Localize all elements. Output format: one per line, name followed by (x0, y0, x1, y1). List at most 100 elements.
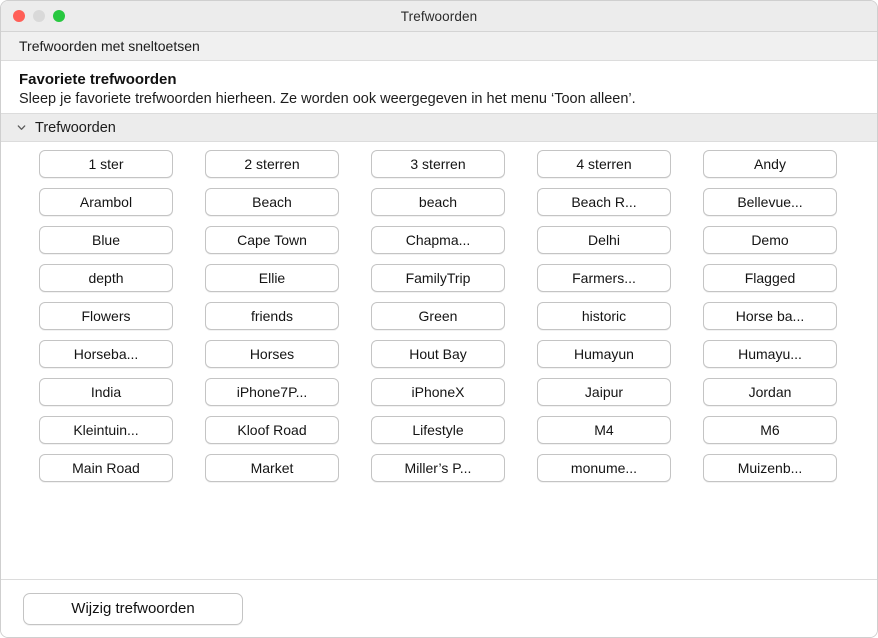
keyword-button[interactable]: Bellevue... (703, 188, 837, 216)
maximize-button[interactable] (53, 10, 65, 22)
keyword-button[interactable]: Lifestyle (371, 416, 505, 444)
keyword-button[interactable]: Humayun (537, 340, 671, 368)
keyword-button[interactable]: Main Road (39, 454, 173, 482)
keyword-cell: Kloof Road (189, 416, 355, 444)
keyword-cell: Bellevue... (687, 188, 853, 216)
keyword-button[interactable]: Green (371, 302, 505, 330)
keyword-cell: Blue (23, 226, 189, 254)
keyword-cell: M6 (687, 416, 853, 444)
keyword-cell: Muizenb... (687, 454, 853, 482)
keyword-button[interactable]: Jaipur (537, 378, 671, 406)
keyword-button[interactable]: monume... (537, 454, 671, 482)
keyword-button[interactable]: Delhi (537, 226, 671, 254)
keyword-button[interactable]: iPhone7P... (205, 378, 339, 406)
keyword-button[interactable]: M6 (703, 416, 837, 444)
keyword-cell: Green (355, 302, 521, 330)
keyword-cell: monume... (521, 454, 687, 482)
keyword-cell: historic (521, 302, 687, 330)
keyword-cell: Jaipur (521, 378, 687, 406)
title-bar: Trefwoorden (1, 1, 877, 32)
chevron-down-icon[interactable] (15, 122, 27, 134)
keyword-cell: FamilyTrip (355, 264, 521, 292)
favorites-title: Favoriete trefwoorden (19, 71, 177, 88)
keyword-button[interactable]: 3 sterren (371, 150, 505, 178)
keyword-button[interactable]: Miller’s P... (371, 454, 505, 482)
keyword-button[interactable]: Flagged (703, 264, 837, 292)
keyword-button[interactable]: Kleintuin... (39, 416, 173, 444)
keyword-button[interactable]: Beach R... (537, 188, 671, 216)
keyword-button[interactable]: Jordan (703, 378, 837, 406)
keyword-button[interactable]: Blue (39, 226, 173, 254)
keyword-cell: India (23, 378, 189, 406)
favorites-description: Sleep je favoriete trefwoorden hierheen.… (19, 91, 636, 107)
keyword-button[interactable]: Cape Town (205, 226, 339, 254)
keyword-cell: 3 sterren (355, 150, 521, 178)
keyword-button[interactable]: Kloof Road (205, 416, 339, 444)
keyword-cell: Humayu... (687, 340, 853, 368)
keyword-button[interactable]: India (39, 378, 173, 406)
keyword-cell: Delhi (521, 226, 687, 254)
keyword-cell: 2 sterren (189, 150, 355, 178)
keyword-button[interactable]: Arambol (39, 188, 173, 216)
keyword-cell: 1 ster (23, 150, 189, 178)
keyword-cell: Ellie (189, 264, 355, 292)
keyword-cell: Jordan (687, 378, 853, 406)
shortcut-keywords-bar: Trefwoorden met sneltoetsen (1, 32, 877, 61)
keyword-cell: Horse ba... (687, 302, 853, 330)
keyword-cell: Market (189, 454, 355, 482)
keyword-button[interactable]: Horses (205, 340, 339, 368)
keyword-button[interactable]: FamilyTrip (371, 264, 505, 292)
keyword-button[interactable]: Beach (205, 188, 339, 216)
keyword-button[interactable]: 2 sterren (205, 150, 339, 178)
keyword-button[interactable]: Andy (703, 150, 837, 178)
keyword-cell: Arambol (23, 188, 189, 216)
keyword-cell: iPhone7P... (189, 378, 355, 406)
keyword-button[interactable]: Farmers... (537, 264, 671, 292)
keyword-button[interactable]: iPhoneX (371, 378, 505, 406)
keyword-cell: Chapma... (355, 226, 521, 254)
keywords-grid-area: 1 ster 2 sterren 3 sterren 4 sterren Andy Ara… (1, 142, 877, 579)
keyword-cell: Hout Bay (355, 340, 521, 368)
keyword-button[interactable]: 4 sterren (537, 150, 671, 178)
keyword-cell: Demo (687, 226, 853, 254)
keyword-cell: beach (355, 188, 521, 216)
keyword-cell: Farmers... (521, 264, 687, 292)
keyword-button[interactable]: historic (537, 302, 671, 330)
keywords-grid: 1 ster 2 sterren 3 sterren 4 sterren Andy Ara… (1, 150, 877, 482)
keyword-button[interactable]: Horse ba... (703, 302, 837, 330)
keyword-cell: iPhoneX (355, 378, 521, 406)
keyword-cell: Cape Town (189, 226, 355, 254)
keyword-cell: Flowers (23, 302, 189, 330)
edit-keywords-button[interactable]: Wijzig trefwoorden (23, 592, 243, 625)
keyword-button[interactable]: friends (205, 302, 339, 330)
keyword-cell: Beach R... (521, 188, 687, 216)
minimize-button[interactable] (33, 10, 45, 22)
keyword-button[interactable]: Market (205, 454, 339, 482)
keyword-button[interactable]: Humayu... (703, 340, 837, 368)
keyword-cell: Beach (189, 188, 355, 216)
keyword-button[interactable]: Flowers (39, 302, 173, 330)
keyword-button[interactable]: depth (39, 264, 173, 292)
keyword-cell: 4 sterren (521, 150, 687, 178)
keyword-button[interactable]: Muizenb... (703, 454, 837, 482)
keyword-button[interactable]: beach (371, 188, 505, 216)
keyword-cell: Lifestyle (355, 416, 521, 444)
window-controls (13, 1, 65, 31)
keyword-button[interactable]: Demo (703, 226, 837, 254)
keyword-cell: Miller’s P... (355, 454, 521, 482)
keyword-cell: Kleintuin... (23, 416, 189, 444)
keyword-button[interactable]: Horseba... (39, 340, 173, 368)
keyword-button[interactable]: Hout Bay (371, 340, 505, 368)
keyword-button[interactable]: M4 (537, 416, 671, 444)
favorites-section: Favoriete trefwoorden Sleep je favoriete… (1, 61, 877, 113)
keyword-button[interactable]: Chapma... (371, 226, 505, 254)
keyword-button[interactable]: 1 ster (39, 150, 173, 178)
close-button[interactable] (13, 10, 25, 22)
keyword-cell: depth (23, 264, 189, 292)
keyword-cell: friends (189, 302, 355, 330)
keyword-cell: M4 (521, 416, 687, 444)
keyword-cell: Horses (189, 340, 355, 368)
keyword-cell: Main Road (23, 454, 189, 482)
keywords-section-header[interactable]: Trefwoorden (1, 113, 877, 142)
keyword-button[interactable]: Ellie (205, 264, 339, 292)
